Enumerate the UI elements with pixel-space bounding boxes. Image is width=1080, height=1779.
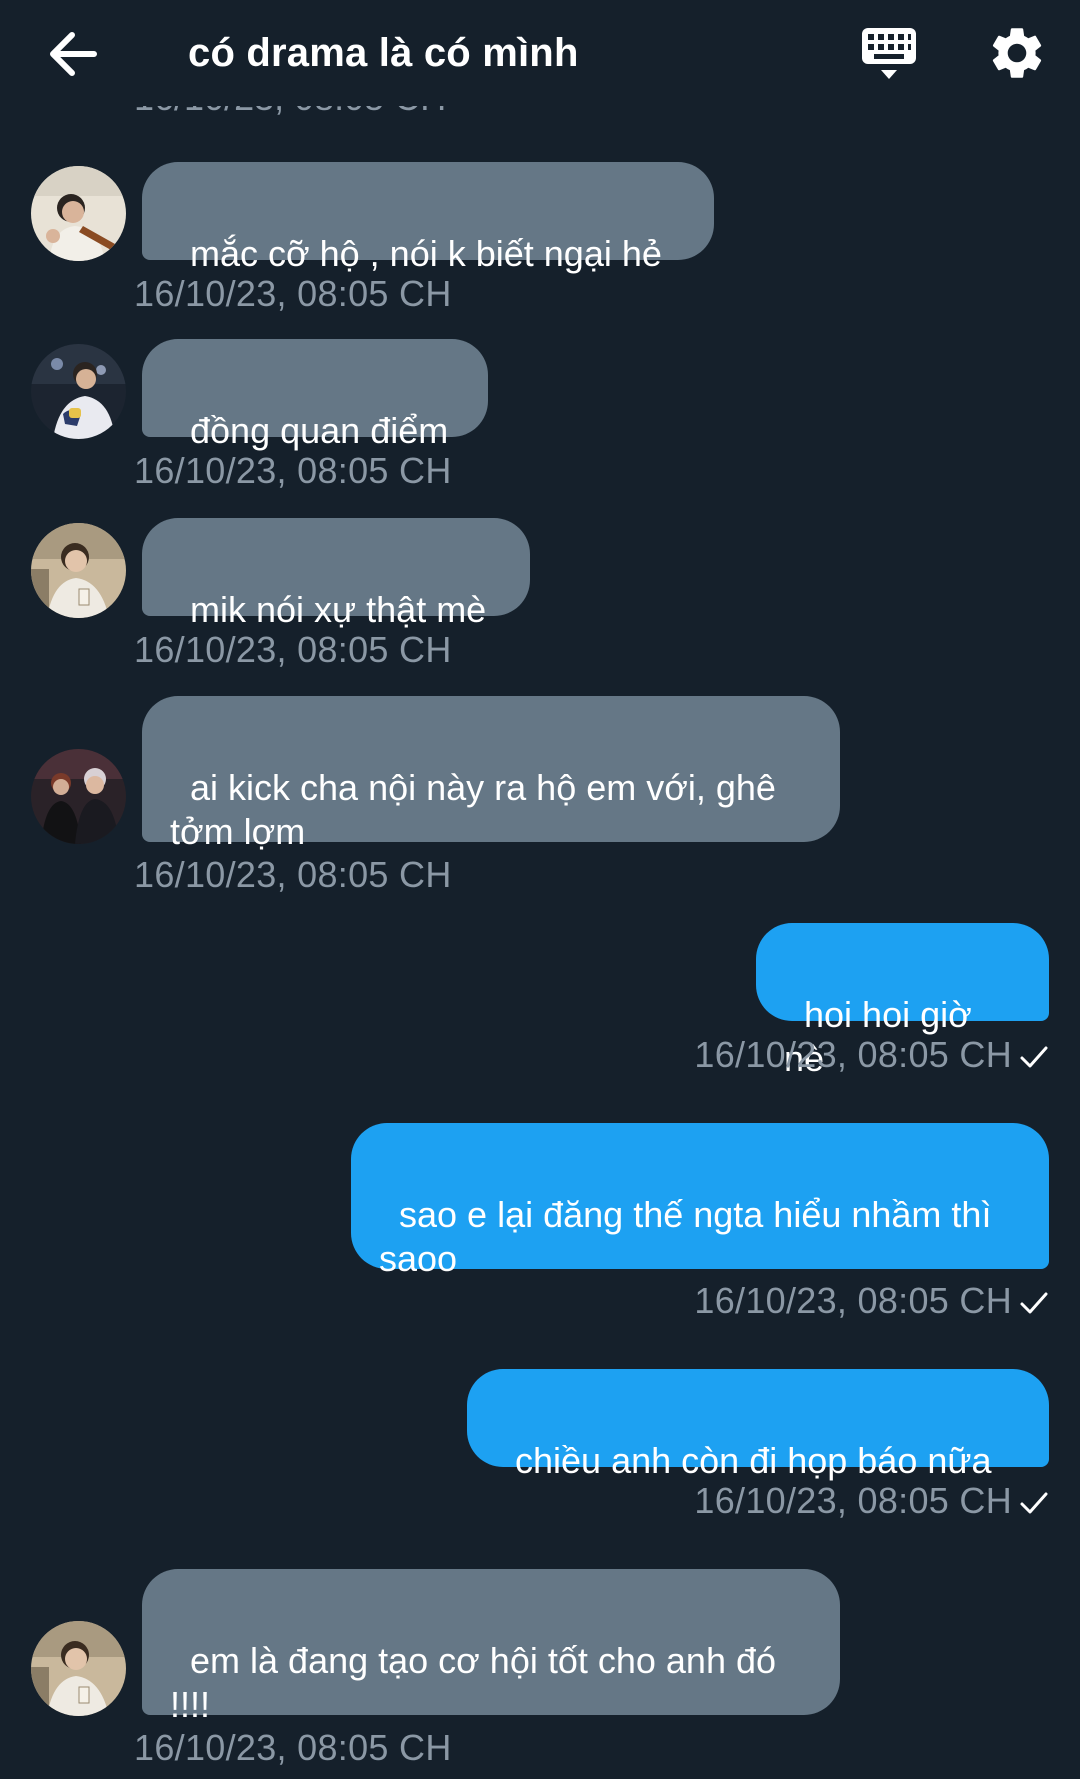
message-timestamp: 16/10/23, 08:05 CH bbox=[134, 854, 452, 895]
sent-check-icon bbox=[1020, 1492, 1048, 1514]
message-bubble-outgoing[interactable]: chiều anh còn đi họp báo nữa bbox=[467, 1369, 1049, 1481]
message-bubble-incoming[interactable]: em là đang tạo cơ hội tốt cho anh đó !!!… bbox=[142, 1569, 840, 1725]
gear-icon bbox=[992, 28, 1042, 78]
avatar[interactable] bbox=[31, 1621, 126, 1716]
message-timestamp: 16/10/23, 08:05 CH bbox=[134, 273, 452, 314]
sent-check-icon bbox=[1020, 1292, 1048, 1314]
message-bubble-outgoing[interactable]: sao e lại đăng thế ngta hiểu nhầm thì sa… bbox=[351, 1123, 1049, 1279]
avatar[interactable] bbox=[31, 344, 126, 439]
message-timestamp: 16/10/23, 08:05 CH bbox=[694, 1034, 1012, 1075]
avatar-photo-icon bbox=[31, 1621, 126, 1716]
avatar-photo-icon bbox=[31, 166, 126, 261]
avatar[interactable] bbox=[31, 523, 126, 618]
message-text: sao e lại đăng thế ngta hiểu nhầm thì sa… bbox=[379, 1194, 1002, 1279]
message-bubble-incoming[interactable]: mắc cỡ hộ , nói k biết ngại hẻ bbox=[142, 162, 714, 274]
conversation-header: có drama là có mình bbox=[0, 0, 1080, 106]
message-text: em là đang tạo cơ hội tốt cho anh đó !!!… bbox=[170, 1640, 787, 1725]
message-text: mắc cỡ hộ , nói k biết ngại hẻ bbox=[190, 233, 662, 274]
avatar[interactable] bbox=[31, 749, 126, 844]
message-text: ai kick cha nội này ra hộ em với, ghê tở… bbox=[170, 767, 786, 852]
message-text: mik nói xự thật mè bbox=[190, 589, 487, 630]
message-bubble-incoming[interactable]: mik nói xự thật mè bbox=[142, 518, 530, 630]
message-timestamp: 16/10/23, 08:05 CH bbox=[134, 629, 452, 670]
arrow-left-icon bbox=[50, 32, 97, 76]
avatar-photo-icon bbox=[31, 344, 126, 439]
avatar-photo-icon bbox=[31, 523, 126, 618]
avatar[interactable] bbox=[31, 166, 126, 261]
avatar-photo-icon bbox=[31, 749, 126, 844]
message-timestamp: 16/10/23, 08:05 CH bbox=[134, 1727, 452, 1768]
message-bubble-incoming[interactable]: đồng quan điểm bbox=[142, 339, 488, 451]
message-timestamp: 16/10/23, 08:05 CH bbox=[134, 450, 452, 491]
back-button[interactable] bbox=[44, 26, 104, 82]
message-timestamp: 16/10/23, 08:05 CH bbox=[694, 1280, 1012, 1321]
conversation-title: có drama là có mình bbox=[188, 31, 579, 75]
keyboard-icon bbox=[862, 28, 916, 79]
sent-check-icon bbox=[1020, 1046, 1048, 1068]
message-bubble-incoming[interactable]: ai kick cha nội này ra hộ em với, ghê tở… bbox=[142, 696, 840, 852]
message-text: đồng quan điểm bbox=[190, 410, 449, 451]
message-bubble-outgoing[interactable]: hoi hoi giờ nè bbox=[756, 923, 1049, 1079]
settings-button[interactable] bbox=[986, 22, 1048, 84]
keyboard-button[interactable] bbox=[858, 24, 926, 86]
message-text: chiều anh còn đi họp báo nữa bbox=[515, 1440, 992, 1481]
message-timestamp: 16/10/23, 08:05 CH bbox=[694, 1480, 1012, 1521]
